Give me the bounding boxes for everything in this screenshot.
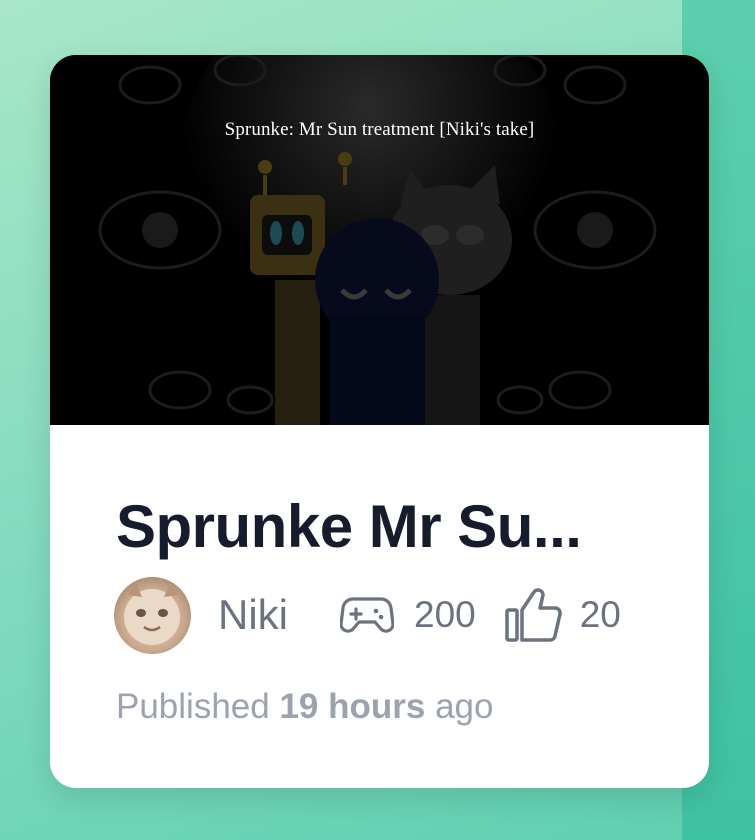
meta-row: Niki 200 20 bbox=[114, 575, 694, 655]
likes-count: 20 bbox=[579, 594, 621, 635]
gamepad-icon bbox=[340, 595, 394, 635]
thumbs-up-icon[interactable] bbox=[504, 588, 564, 642]
game-thumbnail[interactable]: Sprunke: Mr Sun treatment [Niki's take] bbox=[50, 55, 709, 425]
published-suffix: ago bbox=[435, 687, 494, 726]
published-time: Published 19 hours ago bbox=[116, 687, 494, 727]
published-amount: 19 hours bbox=[279, 687, 426, 726]
author-avatar[interactable] bbox=[114, 576, 191, 654]
game-title[interactable]: Sprunke Mr Su... bbox=[116, 492, 582, 561]
plays-count: 200 bbox=[414, 594, 476, 635]
thumbnail-caption: Sprunke: Mr Sun treatment [Niki's take] bbox=[224, 119, 535, 140]
published-prefix: Published bbox=[116, 687, 270, 726]
avatar-image bbox=[124, 582, 180, 645]
author-name[interactable]: Niki bbox=[218, 591, 288, 639]
thumbnail-artwork bbox=[50, 55, 709, 425]
game-card[interactable]: Sprunke: Mr Sun treatment [Niki's take] … bbox=[50, 55, 709, 788]
